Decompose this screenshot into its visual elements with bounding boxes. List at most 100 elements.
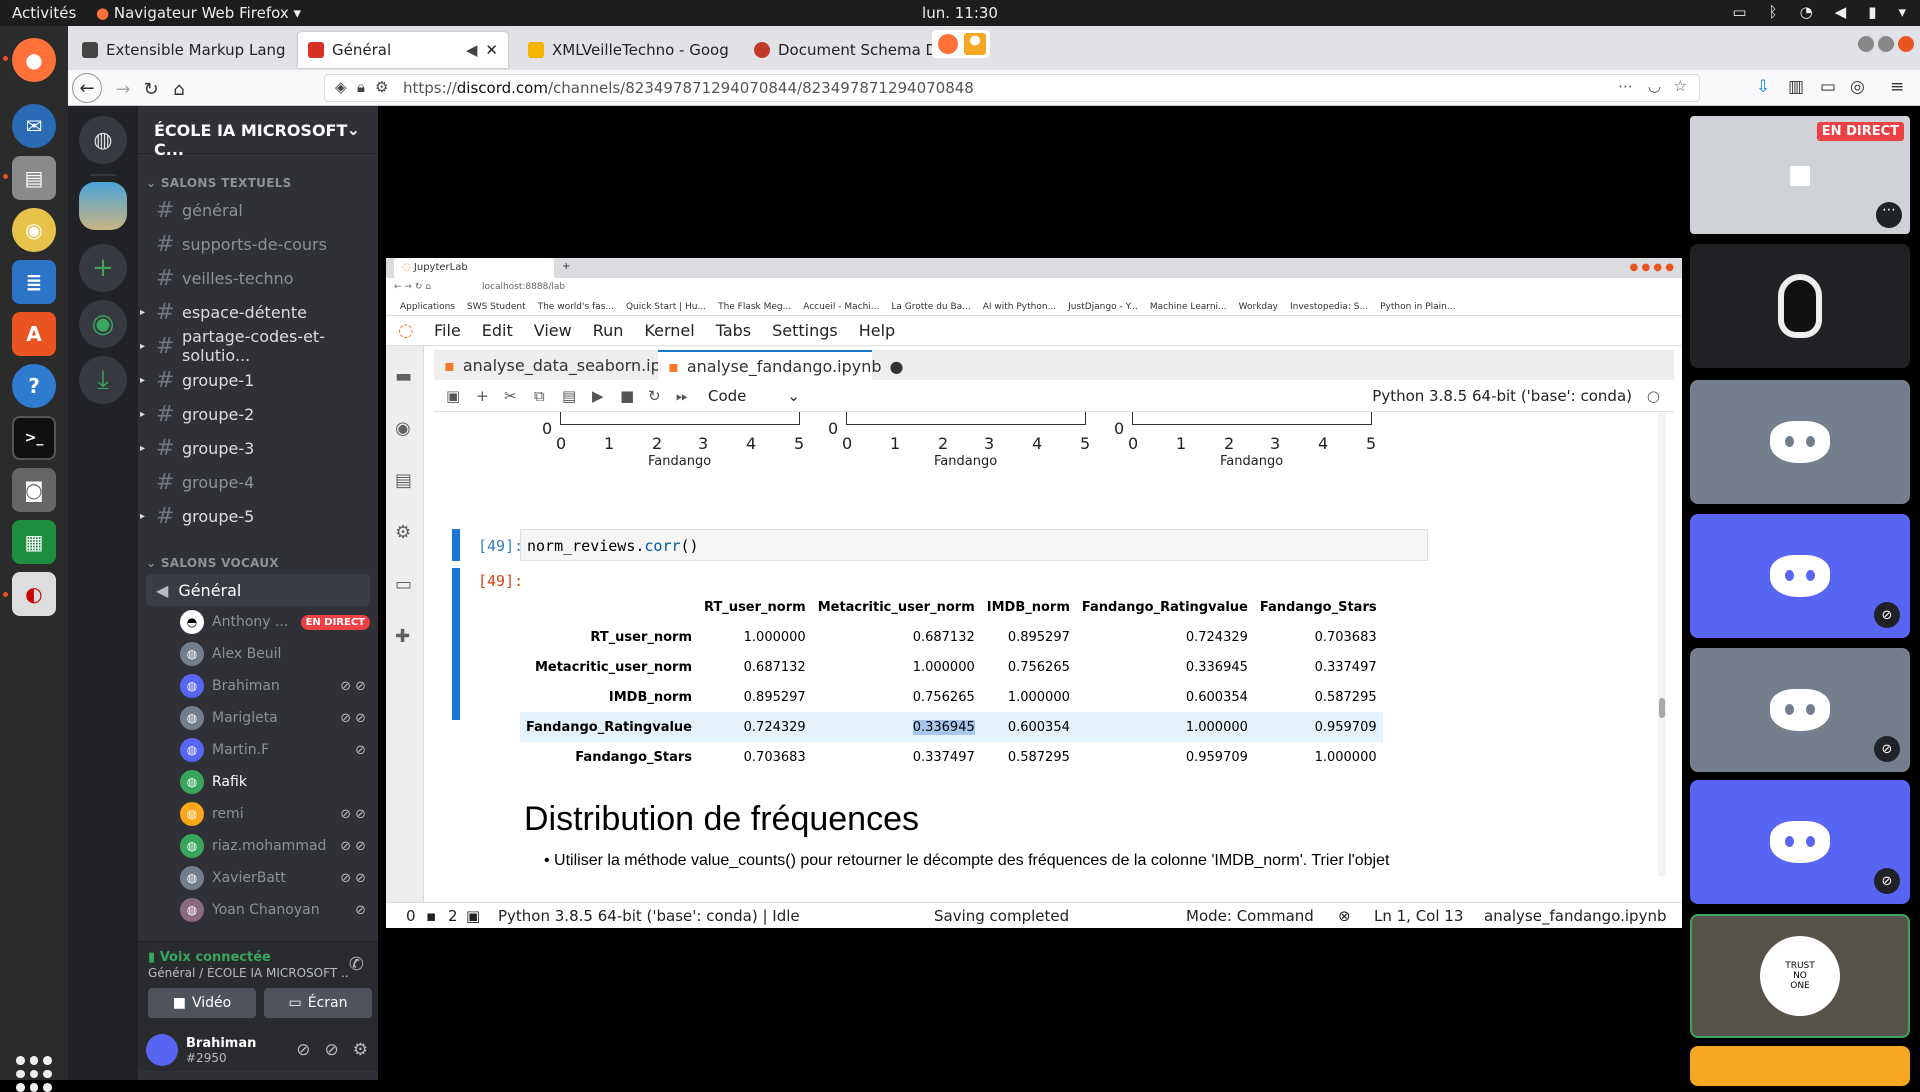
menu-view[interactable]: View (534, 321, 572, 340)
back-button[interactable]: ← (72, 73, 102, 103)
kernel-name[interactable]: Python 3.8.5 64-bit ('base': conda) (1372, 387, 1632, 405)
status-zero[interactable]: 0 (406, 907, 416, 925)
menu-tabs[interactable]: Tabs (716, 321, 751, 340)
maximize-icon[interactable] (1878, 36, 1894, 52)
nav-icons[interactable]: ← → ↻ ⌂ (394, 282, 431, 292)
voice-user[interactable]: ◍ Marigleta ⊘⊘ (180, 704, 370, 732)
participant-tile[interactable] (1690, 380, 1910, 504)
app-menu[interactable]: ● Navigateur Web Firefox ▾ (96, 4, 301, 22)
property-inspector-icon[interactable]: ⚙ (395, 522, 411, 543)
terminal-launcher[interactable]: >_ (12, 416, 56, 460)
window-controls[interactable] (1858, 36, 1914, 52)
menu-file[interactable]: File (434, 321, 461, 340)
library-icon[interactable]: ▥ (1788, 77, 1804, 97)
restart-icon[interactable]: ↻ (648, 387, 661, 405)
stream-preview-tile[interactable]: EN DIRECT ■ ⋯ (1690, 116, 1910, 234)
tab-analyse-fandango[interactable]: ▪ analyse_fandango.ipynb ● (658, 350, 903, 380)
address-text[interactable]: localhost:8888/lab (482, 282, 565, 292)
voice-user[interactable]: ◍ Alex Beuil (180, 640, 370, 668)
sidebar-icon[interactable]: ▭ (1820, 77, 1836, 97)
bookmark[interactable]: Investopedia: S... (1290, 302, 1368, 312)
menu-settings[interactable]: Settings (772, 321, 838, 340)
voice-status[interactable]: ▮ Voix connectée (148, 950, 271, 965)
calc-launcher[interactable]: ▦ (12, 520, 56, 564)
memory-icon[interactable]: ▣ (466, 907, 480, 925)
speaker-icon[interactable]: ◀ (466, 41, 478, 59)
participant-tile[interactable] (1690, 1046, 1910, 1086)
participant-tile[interactable]: ⊘ (1690, 648, 1910, 772)
mode-indicator[interactable]: Mode: Command (1186, 907, 1314, 925)
menu-kernel[interactable]: Kernel (644, 321, 694, 340)
lsp-icon[interactable]: ⊗ (1338, 907, 1351, 925)
download-icon[interactable]: ⇩ (1756, 77, 1770, 97)
bookmark[interactable]: The world's fas... (538, 302, 614, 312)
menu-help[interactable]: Help (859, 321, 895, 340)
add-server-icon[interactable]: + (79, 244, 127, 292)
save-icon[interactable]: ▣ (446, 387, 460, 405)
video-button[interactable]: ■ Vidéo (148, 988, 256, 1018)
run-icon[interactable]: ▶ (592, 387, 604, 405)
lock-icon[interactable]: 🔒︎ (357, 78, 365, 96)
close-icon[interactable]: ✕ (485, 41, 498, 59)
voice-user[interactable]: ◍ Yoan Chanoyan ⊘ (180, 896, 370, 924)
voice-user[interactable]: ◍ remi ⊘⊘ (180, 800, 370, 828)
help-launcher[interactable]: ? (12, 364, 56, 408)
menu-run[interactable]: Run (593, 321, 624, 340)
voice-user[interactable]: ◓ Anthony ... EN DIRECT (180, 608, 370, 636)
clock[interactable]: lun. 11:30 (922, 4, 998, 22)
bookmark[interactable]: Python in Plain... (1380, 302, 1455, 312)
account-icon[interactable]: ◎ (1850, 77, 1865, 97)
home-button[interactable]: ⌂ (166, 76, 192, 102)
permissions-icon[interactable]: ⚙ (375, 78, 388, 96)
category-voice-channels[interactable]: ⌄ SALONS VOCAUX (146, 556, 279, 570)
gear-icon[interactable]: ⚙ (353, 1040, 368, 1060)
star-icon[interactable]: ☆ (1674, 77, 1687, 95)
pocket-icon[interactable]: ◡ (1648, 77, 1661, 95)
channel-groupe-1[interactable]: ▸ # groupe-1 (140, 364, 370, 396)
system-tray[interactable]: ▭ ᛒ ◔ ◀ ▮ ▾ (1732, 3, 1906, 21)
participant-tile-linux[interactable] (1690, 244, 1910, 368)
tab-analyse-data-seaborn[interactable]: ▪ analyse_data_seaborn.ipy ✕ (434, 350, 692, 380)
close-icon[interactable] (1898, 36, 1914, 52)
channel-veilles-techno[interactable]: # veilles-techno (146, 262, 370, 294)
more-icon[interactable]: ⋯ (1876, 202, 1902, 228)
forward-button[interactable]: → (110, 76, 136, 102)
writer-launcher[interactable]: ≣ (12, 260, 56, 304)
firefox-launcher[interactable]: ● (12, 38, 56, 82)
bookmark[interactable]: JustDjango - Y... (1068, 302, 1138, 312)
channel-groupe-2[interactable]: ▸ # groupe-2 (140, 398, 370, 430)
deafen-icon[interactable]: ⊘ (325, 1040, 339, 1060)
camera-launcher[interactable]: ◙ (12, 468, 56, 512)
cell-type-select[interactable]: Code ⌄ (708, 387, 800, 405)
software-launcher[interactable]: A (12, 312, 56, 356)
category-text-channels[interactable]: ⌄ SALONS TEXTUELS (146, 176, 292, 190)
activities-button[interactable]: Activités (12, 4, 76, 22)
screen-share-view[interactable]: ◌ JupyterLab + ● ● ● ● ← → ↻ ⌂ localhost… (386, 258, 1682, 928)
scrollbar-thumb[interactable] (1659, 698, 1665, 718)
new-tab-icon[interactable]: + (562, 261, 570, 272)
voice-user[interactable]: ◍ riaz.mohammad ⊘⊘ (180, 832, 370, 860)
shield-icon[interactable]: ◈ (335, 78, 347, 96)
mute-icon[interactable]: ⊘ (296, 1040, 310, 1060)
channel-espace-detente[interactable]: ▸ # espace-détente (140, 296, 370, 328)
add-cell-icon[interactable]: + (476, 387, 489, 405)
paste-icon[interactable]: ▤ (562, 387, 576, 405)
menu-icon[interactable]: ≡ (1890, 77, 1904, 97)
chrome-tab[interactable]: ◌ JupyterLab (394, 258, 554, 278)
terminal-icon[interactable]: ▪ (426, 907, 436, 925)
screen-share-button[interactable]: ▭ Écran (264, 988, 372, 1018)
cursor-position[interactable]: Ln 1, Col 13 (1374, 907, 1463, 925)
bookmark[interactable]: Accueil - Machi... (803, 302, 879, 312)
chevron-down-icon[interactable]: ▾ (1898, 3, 1906, 21)
minimize-icon[interactable] (1858, 36, 1874, 52)
pdf-launcher[interactable]: ◐ (12, 572, 56, 616)
explore-icon[interactable]: ◉ (79, 300, 127, 348)
channel-groupe-5[interactable]: ▸ # groupe-5 (140, 500, 370, 532)
status-two[interactable]: 2 (448, 907, 458, 925)
more-icon[interactable]: ⋯ (1618, 77, 1633, 95)
bookmark[interactable]: Quick Start | Hu... (626, 302, 706, 312)
screen-icon[interactable]: ▭ (1732, 3, 1746, 21)
close-icon[interactable]: ✕ (737, 41, 738, 59)
copy-icon[interactable]: ⧉ (534, 387, 545, 405)
thunderbird-launcher[interactable]: ✉ (12, 104, 56, 148)
